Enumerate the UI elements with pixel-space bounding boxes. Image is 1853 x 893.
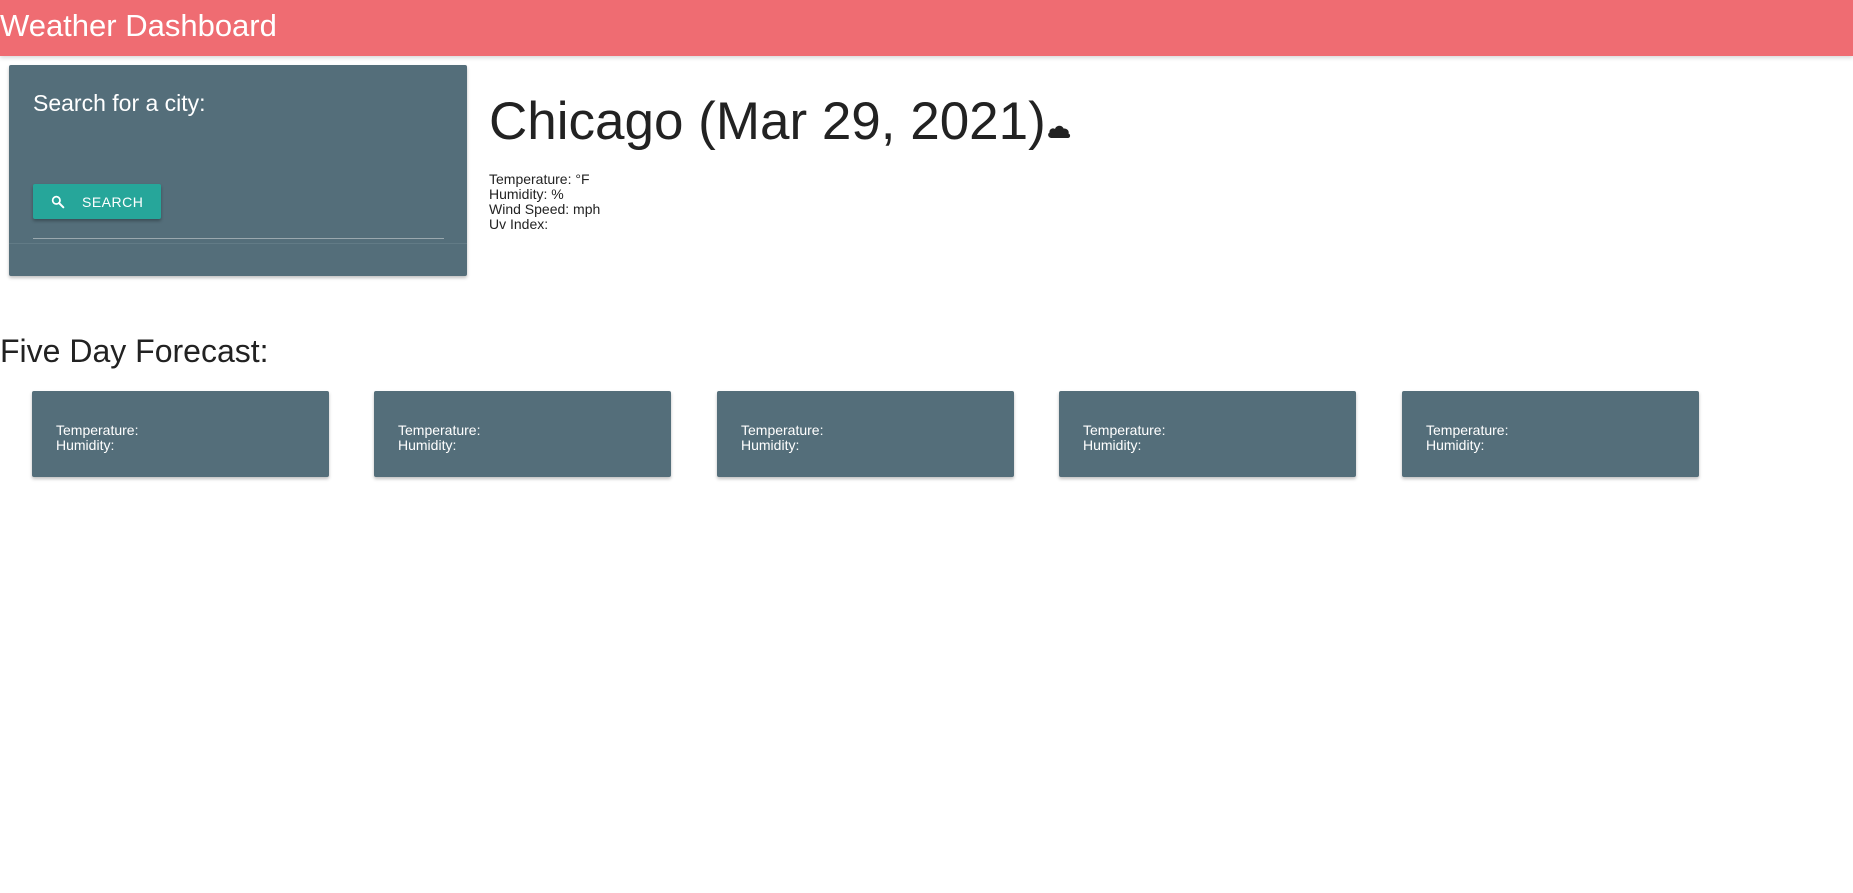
current-uv-index: Uv Index:	[489, 216, 549, 232]
forecast-card-day-4: Temperature: Humidity:	[1059, 391, 1356, 477]
app-title: Weather Dashboard	[0, 8, 277, 43]
current-wind-speed: Wind Speed: mph	[489, 201, 601, 217]
forecast-card-day-1: Temperature: Humidity:	[32, 391, 329, 477]
forecast-card-day-2: Temperature: Humidity:	[374, 391, 671, 477]
forecast-humidity: Humidity:	[1083, 437, 1142, 453]
forecast-temperature: Temperature:	[1426, 422, 1509, 438]
forecast-temperature: Temperature:	[398, 422, 481, 438]
search-button[interactable]: SEARCH	[33, 184, 161, 219]
search-label: Search for a city:	[33, 90, 206, 116]
forecast-humidity: Humidity:	[741, 437, 800, 453]
current-weather-title: Chicago (Mar 29, 2021)	[489, 92, 1072, 152]
forecast-humidity: Humidity:	[398, 437, 457, 453]
city-date-heading: Chicago (Mar 29, 2021)	[489, 92, 1046, 151]
forecast-humidity: Humidity:	[56, 437, 115, 453]
cloud-icon	[1047, 125, 1070, 138]
forecast-temperature: Temperature:	[741, 422, 824, 438]
current-temperature: Temperature: °F	[489, 171, 590, 187]
forecast-temperature: Temperature:	[56, 422, 139, 438]
search-panel: Search for a city: SEARCH	[9, 65, 467, 276]
search-icon	[51, 195, 65, 208]
current-weather-details: Temperature: °F Humidity: % Wind Speed: …	[489, 172, 600, 232]
forecast-card-day-5: Temperature: Humidity:	[1402, 391, 1699, 477]
forecast-temperature: Temperature:	[1083, 422, 1166, 438]
forecast-humidity: Humidity:	[1426, 437, 1485, 453]
top-navbar: Weather Dashboard	[0, 0, 1853, 56]
card-divider	[9, 243, 467, 244]
forecast-heading: Five Day Forecast:	[0, 333, 269, 369]
forecast-card-day-3: Temperature: Humidity:	[717, 391, 1014, 477]
search-button-label: SEARCH	[82, 193, 144, 210]
current-humidity: Humidity: %	[489, 186, 564, 202]
